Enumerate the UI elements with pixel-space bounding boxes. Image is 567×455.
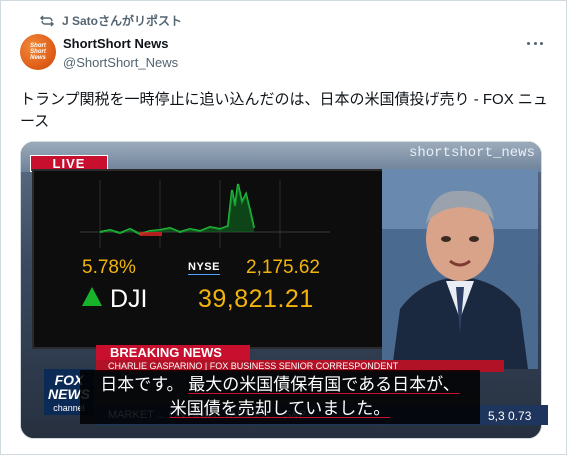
repost-header: J Satoさんがリポスト <box>40 12 182 29</box>
subtitle-line-2: 米国債を売却していました。 <box>169 399 391 418</box>
repost-icon <box>40 15 54 27</box>
stock-mini-chart <box>80 180 330 248</box>
display-name[interactable]: ShortShort News <box>63 36 168 51</box>
more-options-icon[interactable] <box>527 36 543 50</box>
handle[interactable]: @ShortShort_News <box>63 55 178 70</box>
avatar[interactable]: Short Short News <box>20 34 56 70</box>
dji-value: 39,821.21 <box>198 285 314 313</box>
nyse-value: 2,175.62 <box>246 257 320 278</box>
tweet-text: トランプ関税を一時停止に追い込んだのは、日本の米国債投げ売り - FOX ニュー… <box>20 91 548 130</box>
up-arrow-icon <box>82 287 102 306</box>
repost-text[interactable]: J Satoさんがリポスト <box>62 12 182 29</box>
nyse-logo: NYSE <box>188 261 220 275</box>
ticker-value: 5,3 0.73 <box>488 409 532 423</box>
subtitle-box: 日本です。 最大の米国債保有国である日本が、 米国債を売却していました。 <box>80 370 480 424</box>
subtitle-line-1b: 最大の米国債保有国である日本が、 <box>188 375 460 394</box>
percent-change: 5.78% <box>82 257 136 278</box>
subtitle-line-1a: 日本です。 <box>100 375 184 394</box>
breaking-news-label: BREAKING NEWS <box>96 345 250 360</box>
dji-label: DJI <box>110 285 148 313</box>
anchor-person-image <box>382 169 538 369</box>
subtitle-line-1: 日本です。 最大の米国債保有国である日本が、 <box>80 373 480 397</box>
watermark: shortshort_news <box>408 145 535 161</box>
avatar-text-3: News <box>30 55 46 61</box>
